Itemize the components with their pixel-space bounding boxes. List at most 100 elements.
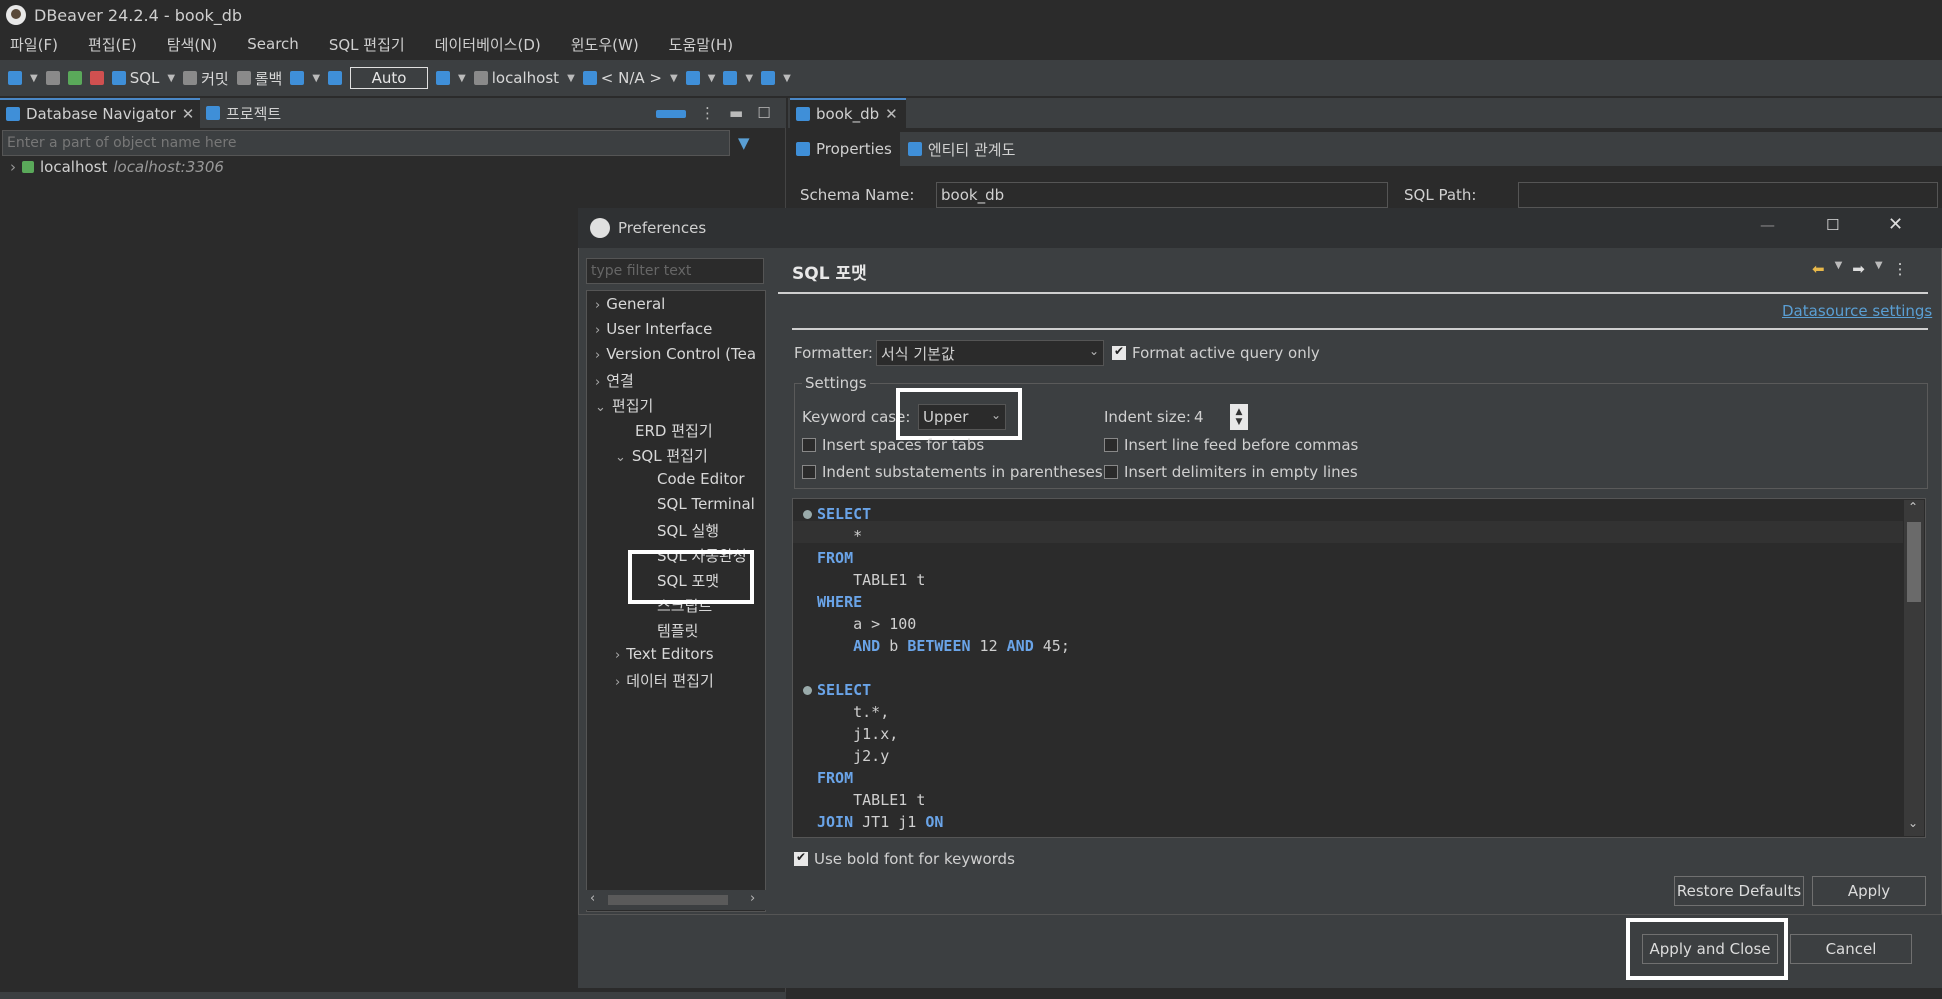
close-icon[interactable]: ✕ [885, 105, 898, 123]
filter-icon[interactable]: ▼ [738, 134, 750, 152]
network-icon[interactable] [723, 71, 738, 85]
reconnect-icon[interactable] [67, 71, 82, 85]
option-indent-sub[interactable]: Indent substatements in parentheses [802, 463, 1103, 481]
chevron-down-icon[interactable]: ⌄ [1908, 816, 1918, 830]
back-arrow-icon[interactable]: ⬅ [1812, 260, 1825, 278]
bold-keywords-option[interactable]: Use bold font for keywords [794, 850, 1015, 868]
fold-marker-icon[interactable] [803, 510, 812, 519]
new-connection-icon[interactable] [8, 71, 22, 85]
datasource-settings-link[interactable]: Datasource settings [1782, 302, 1932, 320]
chevron-left-icon[interactable]: ‹ [590, 891, 595, 906]
tree-item-version-control[interactable]: › Version Control (Tea [595, 345, 756, 363]
menu-search[interactable]: Search [247, 35, 299, 53]
view-menu-icon[interactable]: ⋮ [700, 104, 715, 122]
navigator-filter-input[interactable]: Enter a part of object name here [2, 130, 730, 156]
menu-sql-editor[interactable]: SQL 편집기 [329, 34, 405, 55]
chevron-down-icon[interactable]: ▼ [167, 73, 175, 84]
option-delimiters[interactable]: Insert delimiters in empty lines [1104, 463, 1358, 481]
tree-item-erd-editor[interactable]: ERD 편집기 [635, 420, 713, 441]
connect-icon[interactable] [45, 71, 60, 85]
lock-icon[interactable] [328, 71, 343, 85]
menu-window[interactable]: 윈도우(W) [571, 34, 639, 55]
maximize-icon[interactable]: ☐ [1826, 216, 1839, 234]
tree-item-sql-editor[interactable]: ⌄ SQL 편집기 [615, 445, 708, 466]
tree-item-sql-terminal[interactable]: SQL Terminal [657, 495, 755, 513]
sql-preview[interactable]: SELECT * FROM TABLE1 t WHERE a > 100 AND b… [792, 498, 1926, 838]
chevron-down-icon[interactable]: ▼ [1875, 260, 1883, 278]
chevron-down-icon[interactable]: ▼ [312, 73, 320, 84]
commit-button[interactable]: 커밋 [183, 68, 229, 89]
tab-database-navigator[interactable]: Database Navigator ✕ [0, 98, 200, 128]
chevron-down-icon[interactable]: ▼ [783, 73, 791, 84]
option-spaces-tabs[interactable]: Insert spaces for tabs [802, 436, 984, 454]
option-line-feed[interactable]: Insert line feed before commas [1104, 436, 1358, 454]
disconnect-icon[interactable] [89, 71, 104, 85]
link-editor-icon[interactable] [656, 110, 686, 118]
active-connection-selector[interactable]: localhost [473, 69, 559, 87]
fold-marker-icon[interactable] [803, 686, 812, 695]
tree-item-text-editors[interactable]: › Text Editors [615, 645, 714, 663]
tree-item-editors[interactable]: ⌄ 편집기 [595, 395, 653, 416]
menu-file[interactable]: 파일(F) [10, 34, 58, 55]
menu-help[interactable]: 도움말(H) [669, 34, 733, 55]
search-icon[interactable] [761, 71, 776, 85]
tree-node-localhost[interactable]: › localhost localhost:3306 [10, 158, 224, 176]
line-feed-checkbox[interactable] [1104, 438, 1118, 452]
preview-scrollbar[interactable]: ⌃ ⌄ [1904, 500, 1924, 836]
auto-commit-toggle[interactable]: Auto [350, 67, 429, 89]
sql-editor-button[interactable]: SQL [111, 69, 159, 87]
menu-edit[interactable]: 편집(E) [88, 34, 137, 55]
preferences-filter-input[interactable]: type filter text [586, 258, 764, 284]
tree-item-connections[interactable]: › 연결 [595, 370, 634, 391]
minimize-icon[interactable]: ▬ [729, 104, 743, 122]
spaces-tabs-checkbox[interactable] [802, 438, 816, 452]
tab-projects[interactable]: 프로젝트 [206, 98, 281, 128]
forward-arrow-icon[interactable]: ➡ [1852, 260, 1865, 278]
chevron-down-icon[interactable]: ▼ [567, 73, 575, 84]
rollback-button[interactable]: 롤백 [236, 68, 282, 89]
history-icon[interactable] [436, 71, 451, 85]
chevron-right-icon[interactable]: › [750, 891, 755, 906]
view-menu-icon[interactable]: ⋮ [1893, 260, 1908, 278]
format-active-only-checkbox[interactable] [1112, 344, 1126, 360]
indent-size-spinner[interactable]: ▲ ▼ [1230, 404, 1248, 430]
scroll-thumb[interactable] [608, 895, 728, 905]
delimiters-checkbox[interactable] [1104, 465, 1118, 479]
maximize-icon[interactable]: ☐ [757, 104, 770, 122]
tab-book-db[interactable]: book_db ✕ [790, 98, 906, 128]
close-icon[interactable]: ✕ [182, 105, 195, 123]
active-schema-selector[interactable]: < N/A > [582, 69, 662, 87]
tree-horizontal-scrollbar[interactable]: ‹ › [586, 890, 766, 910]
chevron-down-icon[interactable]: ▼ [745, 73, 753, 84]
chevron-down-icon[interactable]: ▼ [708, 73, 716, 84]
restore-defaults-button[interactable]: Restore Defaults [1674, 876, 1804, 906]
bold-keywords-checkbox[interactable] [794, 850, 808, 866]
chevron-down-icon[interactable]: ▼ [1835, 260, 1843, 278]
scroll-thumb[interactable] [1907, 522, 1921, 602]
indent-size-input[interactable]: 4 [1194, 404, 1230, 430]
minimize-icon[interactable]: — [1760, 216, 1775, 234]
tree-item-sql-execute[interactable]: SQL 실행 [657, 520, 719, 541]
tree-item-templates[interactable]: 템플릿 [657, 620, 698, 641]
chevron-down-icon[interactable]: ▼ [670, 73, 678, 84]
apply-button[interactable]: Apply [1812, 876, 1926, 906]
chevron-up-icon[interactable]: ⌃ [1908, 500, 1918, 514]
transaction-mode-icon[interactable] [290, 71, 305, 85]
indent-sub-checkbox[interactable] [802, 465, 816, 479]
sql-path-field[interactable] [1518, 182, 1938, 208]
chevron-down-icon[interactable]: ▼ [30, 73, 38, 84]
tree-item-data-editor[interactable]: › 데이터 편집기 [615, 670, 714, 691]
tab-er-diagram[interactable]: 엔티티 관계도 [900, 139, 1024, 160]
cancel-button[interactable]: Cancel [1790, 934, 1912, 964]
tree-item-general[interactable]: › General [595, 295, 665, 313]
chevron-right-icon[interactable]: › [10, 158, 16, 176]
schema-name-field[interactable]: book_db [936, 182, 1388, 208]
menu-database[interactable]: 데이터베이스(D) [435, 34, 541, 55]
menu-navigate[interactable]: 탐색(N) [167, 34, 218, 55]
formatter-select[interactable]: 서식 기본값 ⌄ [876, 340, 1104, 366]
close-icon[interactable]: ✕ [1888, 214, 1903, 235]
tab-properties[interactable]: Properties [788, 132, 900, 166]
tree-item-user-interface[interactable]: › User Interface [595, 320, 712, 338]
dashboard-icon[interactable] [685, 71, 700, 85]
chevron-down-icon[interactable]: ▼ [458, 73, 466, 84]
